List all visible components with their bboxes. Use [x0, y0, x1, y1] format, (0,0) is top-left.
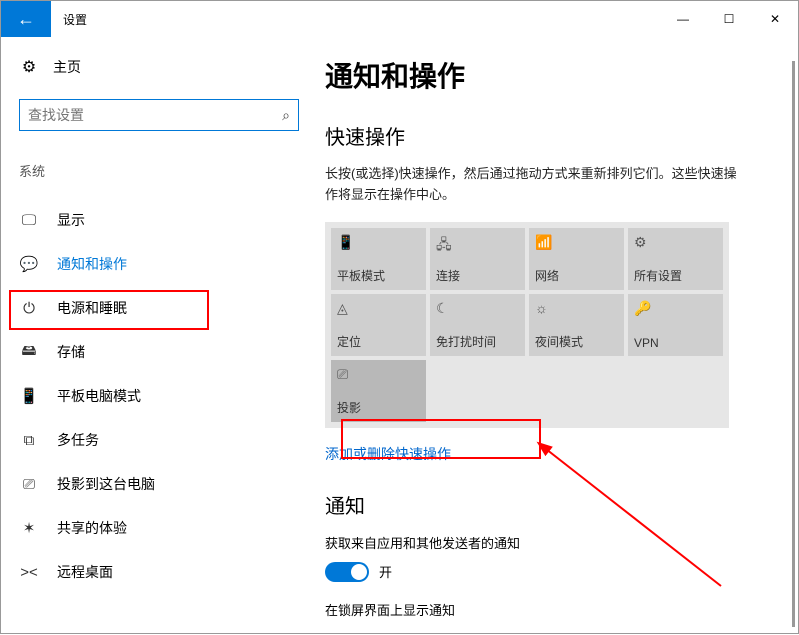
sidebar-item-label: 投影到这台电脑 — [57, 474, 155, 494]
toggle-state-label: 开 — [379, 562, 392, 581]
tile-label: 定位 — [337, 333, 420, 350]
sidebar-item-label: 共享的体验 — [57, 518, 127, 538]
sidebar-item-label: 存储 — [57, 342, 85, 362]
sidebar-item-5[interactable]: ⧉ 多任务 — [19, 418, 309, 462]
sidebar-category: 系统 — [19, 161, 301, 180]
sidebar-item-1[interactable]: 💬 通知和操作 — [19, 242, 309, 286]
tile-label: 平板模式 — [337, 267, 420, 284]
quick-action-tile-0[interactable]: 📱 平板模式 — [331, 228, 426, 290]
section-quick-actions-title: 快速操作 — [325, 121, 774, 150]
sidebar-item-label: 电源和睡眠 — [57, 298, 127, 318]
quick-action-tile-5[interactable]: ☾ 免打扰时间 — [430, 294, 525, 356]
search-field[interactable] — [28, 107, 282, 123]
sidebar-item-label: 远程桌面 — [57, 562, 113, 582]
tile-icon: ☼ — [535, 300, 618, 316]
window-controls: — ☐ ✕ — [660, 1, 798, 37]
quick-action-tile-3[interactable]: ⚙ 所有设置 — [628, 228, 723, 290]
tile-label: 免打扰时间 — [436, 333, 519, 350]
main-panel: 通知和操作 快速操作 长按(或选择)快速操作，然后通过拖动方式来重新排列它们。这… — [301, 37, 798, 633]
sidebar-item-icon: 🖵 — [19, 212, 39, 229]
tile-label: VPN — [634, 336, 717, 350]
sidebar-item-label: 显示 — [57, 210, 85, 230]
sidebar-item-label: 通知和操作 — [57, 254, 127, 274]
sidebar-item-8[interactable]: >< 远程桌面 — [19, 550, 309, 594]
tile-icon: 📱 — [337, 234, 420, 251]
tile-label: 所有设置 — [634, 267, 717, 284]
quick-action-tile-4[interactable]: ◬ 定位 — [331, 294, 426, 356]
sidebar-item-label: 平板电脑模式 — [57, 386, 141, 406]
tile-icon: ⚙ — [634, 234, 717, 251]
tile-label: 夜间模式 — [535, 333, 618, 350]
close-button[interactable]: ✕ — [752, 1, 798, 37]
quick-action-tile-2[interactable]: 📶 网络 — [529, 228, 624, 290]
sidebar-home[interactable]: ⚙ 主页 — [19, 57, 301, 77]
sidebar-item-4[interactable]: 📱 平板电脑模式 — [19, 374, 309, 418]
sidebar: ⚙ 主页 ⌕ 系统 🖵 显示 💬 通知和操作 ⏻ 电源和睡眠 🖴 存储 📱 平板电脑模式 ⧉ 多任务 ⎚… — [1, 37, 301, 633]
section-quick-actions-desc: 长按(或选择)快速操作，然后通过拖动方式来重新排列它们。这些快速操作将显示在操作… — [325, 164, 745, 206]
notifications-desc-1: 获取来自应用和其他发送者的通知 — [325, 533, 774, 552]
minimize-button[interactable]: — — [660, 1, 706, 37]
window-title: 设置 — [63, 11, 87, 28]
sidebar-item-2[interactable]: ⏻ 电源和睡眠 — [19, 286, 309, 330]
sidebar-item-icon: ⎚ — [19, 476, 39, 493]
notifications-desc-2: 在锁屏界面上显示通知 — [325, 600, 774, 619]
toggle-pill-icon — [325, 562, 369, 582]
sidebar-item-icon: 💬 — [19, 255, 39, 273]
back-arrow-icon: ← — [17, 9, 35, 30]
quick-action-tile-1[interactable]: 🖧 连接 — [430, 228, 525, 290]
add-remove-quick-actions-link[interactable]: 添加或删除快速操作 — [325, 444, 451, 464]
scrollbar-vertical[interactable] — [792, 61, 795, 627]
sidebar-item-icon: ✶ — [19, 519, 39, 537]
tile-label: 投影 — [337, 399, 420, 416]
gear-icon: ⚙ — [19, 57, 39, 77]
title-bar: ← 设置 — ☐ ✕ — [1, 1, 798, 37]
sidebar-item-0[interactable]: 🖵 显示 — [19, 198, 309, 242]
quick-actions-grid: 📱 平板模式 🖧 连接 📶 网络 ⚙ 所有设置 ◬ 定位 ☾ 免打扰时间 ☼ 夜间模式 🔑 VPN ⎚ 投影 — [325, 222, 729, 428]
sidebar-item-icon: ⏻ — [19, 300, 39, 317]
search-icon: ⌕ — [282, 107, 290, 124]
tile-icon: ☾ — [436, 300, 519, 317]
sidebar-item-icon: ⧉ — [19, 432, 39, 449]
notifications-toggle[interactable]: 开 — [325, 562, 774, 582]
tile-icon: 🔑 — [634, 300, 717, 317]
page-title: 通知和操作 — [325, 55, 774, 95]
toggle-knob-icon — [351, 564, 367, 580]
sidebar-item-3[interactable]: 🖴 存储 — [19, 330, 309, 374]
quick-action-tile-7[interactable]: 🔑 VPN — [628, 294, 723, 356]
back-button[interactable]: ← — [1, 1, 51, 37]
sidebar-home-label: 主页 — [53, 57, 81, 77]
sidebar-item-7[interactable]: ✶ 共享的体验 — [19, 506, 309, 550]
tile-label: 网络 — [535, 267, 618, 284]
quick-action-tile-8[interactable]: ⎚ 投影 — [331, 360, 426, 422]
search-input[interactable]: ⌕ — [19, 99, 299, 131]
quick-action-tile-6[interactable]: ☼ 夜间模式 — [529, 294, 624, 356]
tile-icon: ⎚ — [337, 366, 420, 383]
sidebar-item-icon: >< — [19, 564, 39, 581]
sidebar-item-icon: 🖴 — [19, 340, 39, 365]
section-notifications-title: 通知 — [325, 490, 774, 519]
tile-icon: 🖧 — [436, 234, 519, 258]
sidebar-item-icon: 📱 — [19, 387, 39, 405]
sidebar-item-label: 多任务 — [57, 430, 99, 450]
maximize-button[interactable]: ☐ — [706, 1, 752, 37]
tile-icon: ◬ — [337, 300, 420, 317]
tile-label: 连接 — [436, 267, 519, 284]
tile-icon: 📶 — [535, 234, 618, 251]
sidebar-item-6[interactable]: ⎚ 投影到这台电脑 — [19, 462, 309, 506]
